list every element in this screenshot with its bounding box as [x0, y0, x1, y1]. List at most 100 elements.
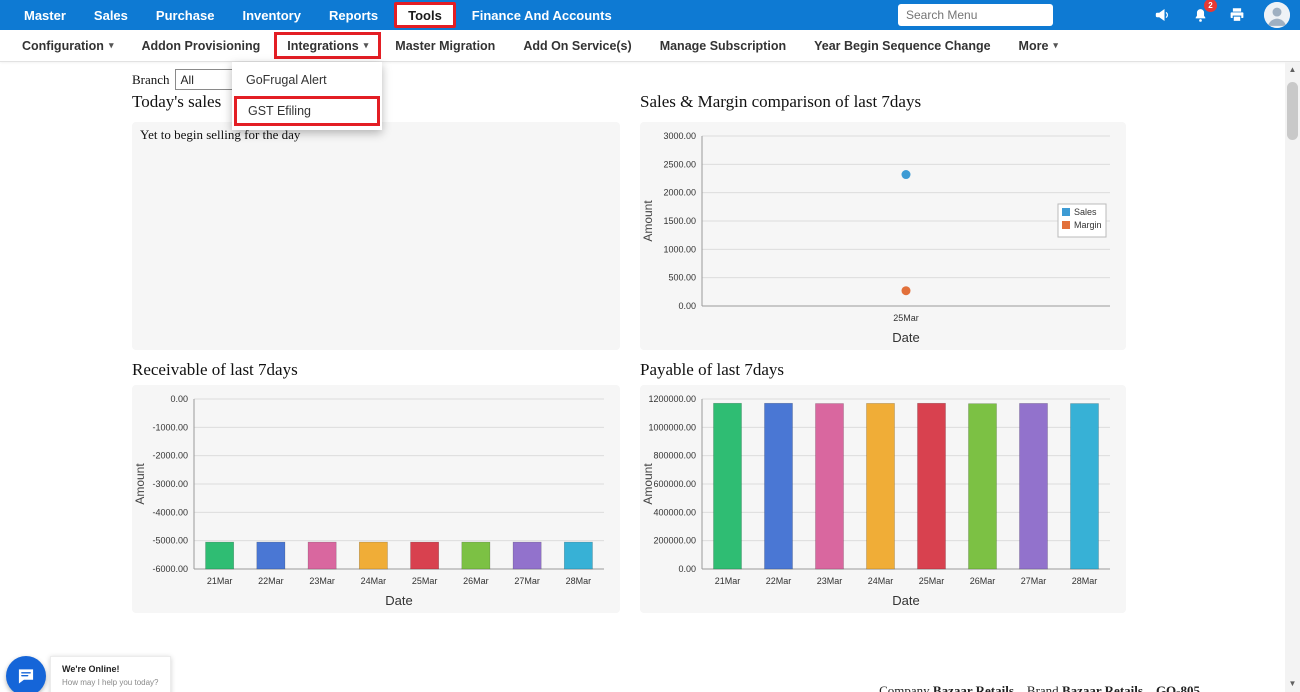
svg-text:Date: Date	[385, 593, 412, 608]
scroll-up-icon[interactable]: ▲	[1289, 62, 1297, 78]
svg-text:Sales: Sales	[1074, 207, 1097, 217]
svg-text:500.00: 500.00	[668, 273, 696, 283]
svg-text:400000.00: 400000.00	[653, 507, 696, 517]
svg-text:800000.00: 800000.00	[653, 451, 696, 461]
menu-item-gofrugal-alert[interactable]: GoFrugal Alert	[232, 65, 382, 95]
topnav-item-inventory[interactable]: Inventory	[228, 0, 315, 30]
svg-text:-1000.00: -1000.00	[152, 422, 188, 432]
subnav-item-configuration[interactable]: Configuration▾	[8, 30, 127, 61]
svg-text:0.00: 0.00	[678, 564, 696, 574]
svg-text:26Mar: 26Mar	[463, 576, 489, 586]
topnav-item-tools[interactable]: Tools	[394, 2, 456, 28]
subnav-item-master-migration[interactable]: Master Migration	[381, 30, 509, 61]
subnav-item-label: Add On Service(s)	[523, 39, 631, 53]
chevron-down-icon: ▾	[1053, 40, 1058, 51]
subnav-item-more[interactable]: More▾	[1005, 30, 1072, 61]
scroll-down-icon[interactable]: ▼	[1289, 676, 1297, 692]
bar-28mar	[1070, 404, 1098, 569]
user-avatar[interactable]	[1264, 2, 1290, 28]
bar-25mar	[917, 403, 945, 569]
chat-widget: We're Online! How may I help you today?	[0, 656, 171, 692]
svg-text:24Mar: 24Mar	[361, 576, 387, 586]
vertical-scrollbar[interactable]: ▲ ▼	[1285, 62, 1300, 692]
bar-24mar	[359, 542, 387, 569]
svg-text:3000.00: 3000.00	[663, 131, 696, 141]
secondary-navbar: Configuration▾Addon ProvisioningIntegrat…	[0, 30, 1300, 62]
svg-text:-5000.00: -5000.00	[152, 536, 188, 546]
footer-company-value: Bazaar Retails	[933, 683, 1014, 692]
bar-27mar	[513, 542, 541, 569]
svg-text:Margin: Margin	[1074, 220, 1102, 230]
chat-bubble-icon[interactable]	[6, 656, 46, 692]
payable-title: Payable of last 7days	[640, 360, 784, 380]
subnav-item-year-begin-sequence-change[interactable]: Year Begin Sequence Change	[800, 30, 1004, 61]
footer-company-info: Company Bazaar Retails Brand Bazaar Reta…	[879, 683, 1200, 692]
svg-text:600000.00: 600000.00	[653, 479, 696, 489]
svg-text:1000000.00: 1000000.00	[648, 422, 696, 432]
print-icon[interactable]	[1227, 5, 1247, 25]
topnav-item-reports[interactable]: Reports	[315, 0, 392, 30]
menu-item-gst-efiling[interactable]: GST Efiling	[234, 96, 380, 126]
chat-prompt: How may I help you today?	[62, 678, 159, 687]
topnav-item-sales[interactable]: Sales	[80, 0, 142, 30]
bar-24mar	[866, 403, 894, 569]
svg-text:2500.00: 2500.00	[663, 159, 696, 169]
svg-text:0.00: 0.00	[170, 394, 188, 404]
subnav-item-label: Configuration	[22, 39, 104, 53]
bar-28mar	[564, 542, 592, 569]
subnav-item-addon-provisioning[interactable]: Addon Provisioning	[127, 30, 274, 61]
topnav-item-purchase[interactable]: Purchase	[142, 0, 229, 30]
svg-text:-3000.00: -3000.00	[152, 479, 188, 489]
chevron-down-icon: ▾	[364, 40, 369, 51]
svg-text:26Mar: 26Mar	[970, 576, 996, 586]
topnav-item-master[interactable]: Master	[10, 0, 80, 30]
svg-text:24Mar: 24Mar	[868, 576, 894, 586]
svg-text:28Mar: 28Mar	[566, 576, 592, 586]
notification-badge: 2	[1204, 0, 1217, 12]
svg-text:27Mar: 27Mar	[1021, 576, 1047, 586]
subnav-item-integrations[interactable]: Integrations ▾	[274, 32, 381, 59]
integrations-dropdown-menu: GoFrugal AlertGST Efiling	[232, 62, 382, 130]
svg-text:1200000.00: 1200000.00	[648, 394, 696, 404]
svg-text:2000.00: 2000.00	[663, 188, 696, 198]
megaphone-icon[interactable]	[1153, 5, 1173, 25]
footer-brand-value: Bazaar Retails	[1062, 683, 1143, 692]
svg-text:1500.00: 1500.00	[663, 216, 696, 226]
search-menu-input[interactable]	[898, 4, 1053, 26]
notifications-bell-icon[interactable]: 2	[1190, 5, 1210, 25]
svg-text:0.00: 0.00	[678, 301, 696, 311]
subnav-item-label: Manage Subscription	[660, 39, 786, 53]
topbar-icons: 2	[1153, 2, 1290, 28]
bar-23mar	[308, 542, 336, 569]
chat-card[interactable]: We're Online! How may I help you today?	[50, 656, 171, 692]
svg-text:27Mar: 27Mar	[514, 576, 540, 586]
topnav-item-finance-and-accounts[interactable]: Finance And Accounts	[458, 0, 626, 30]
bar-23mar	[815, 404, 843, 569]
footer-company-label: Company	[879, 683, 930, 692]
svg-text:22Mar: 22Mar	[258, 576, 284, 586]
sales-margin-chart-panel: 3000.002500.002000.001500.001000.00500.0…	[640, 122, 1126, 350]
svg-text:-4000.00: -4000.00	[152, 507, 188, 517]
subnav-item-add-on-service-s[interactable]: Add On Service(s)	[509, 30, 645, 61]
payable-chart-svg: 1200000.00 1000000.00 800000.00 600000.00 40…	[640, 385, 1126, 613]
svg-text:Date: Date	[892, 330, 919, 345]
sales-margin-title: Sales & Margin comparison of last 7days	[640, 92, 921, 112]
sales-margin-chart-svg: 3000.002500.002000.001500.001000.00500.0…	[640, 122, 1126, 350]
topbar-right: 2	[898, 2, 1290, 28]
receivable-chart-panel: 0.00-1000.00-2000.00-3000.00-4000.00-500…	[132, 385, 620, 613]
subnav-item-manage-subscription[interactable]: Manage Subscription	[646, 30, 800, 61]
chat-status: We're Online!	[62, 664, 159, 674]
receivable-chart-svg: 0.00-1000.00-2000.00-3000.00-4000.00-500…	[132, 385, 620, 613]
svg-text:200000.00: 200000.00	[653, 536, 696, 546]
today-sales-panel: Yet to begin selling for the day	[132, 122, 620, 350]
bar-26mar	[968, 404, 996, 569]
svg-text:21Mar: 21Mar	[715, 576, 741, 586]
point-sales	[902, 170, 911, 179]
svg-text:Date: Date	[892, 593, 919, 608]
scrollbar-thumb[interactable]	[1287, 82, 1298, 140]
svg-text:-6000.00: -6000.00	[152, 564, 188, 574]
subnav-item-label: Integrations	[287, 39, 359, 53]
today-sales-title: Today's sales	[132, 92, 221, 112]
bar-22mar	[764, 403, 792, 569]
payable-chart-panel: 1200000.00 1000000.00 800000.00 600000.00 40…	[640, 385, 1126, 613]
